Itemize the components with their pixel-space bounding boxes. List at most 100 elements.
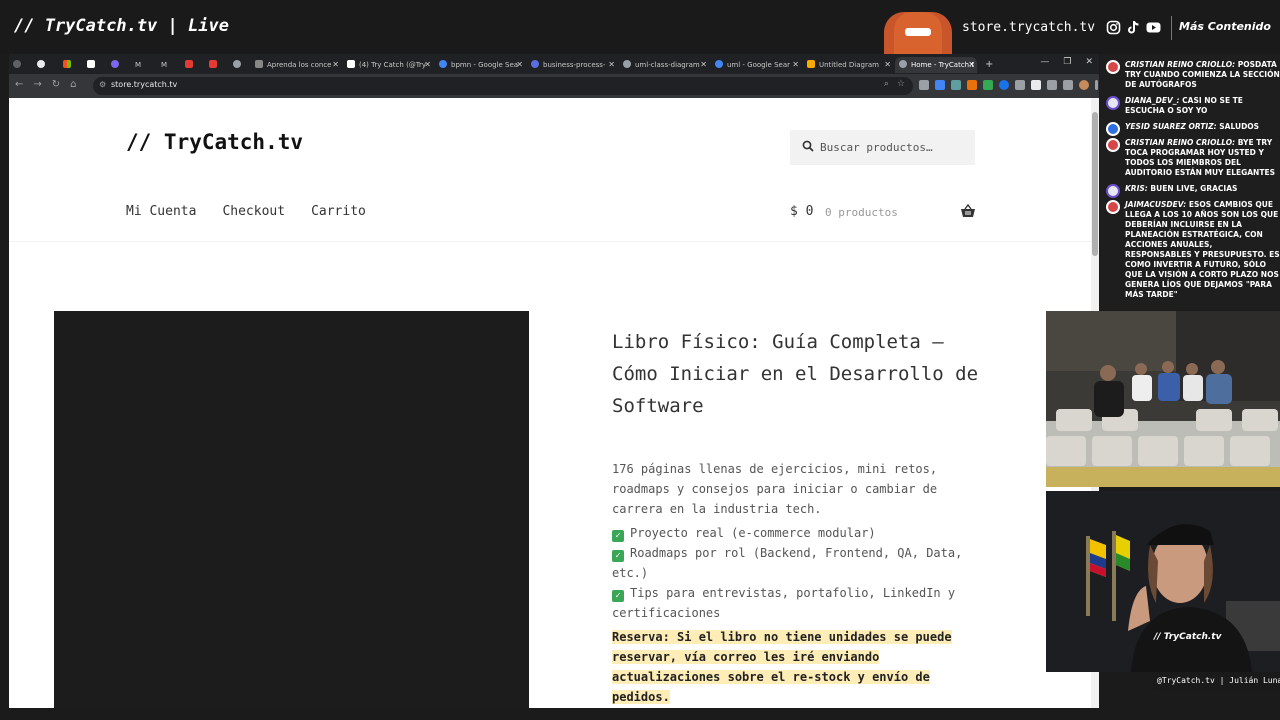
- cart-total[interactable]: $ 0: [790, 204, 813, 219]
- extension-icon[interactable]: [1031, 80, 1041, 90]
- tab-15[interactable]: Untitled Diagram ✕: [807, 57, 893, 73]
- a-icon: [255, 60, 263, 68]
- tab-0[interactable]: [37, 57, 51, 73]
- instagram-icon[interactable]: [1106, 20, 1121, 35]
- home-icon[interactable]: ⌂: [70, 79, 76, 90]
- nav-cart[interactable]: Carrito: [311, 204, 366, 219]
- site-title[interactable]: // TryCatch.tv: [126, 130, 303, 154]
- window-controls: — ❐ ✕: [1040, 57, 1093, 67]
- close-icon[interactable]: ✕: [700, 57, 707, 73]
- extension-icon[interactable]: [967, 80, 977, 90]
- tab-1[interactable]: [63, 57, 77, 73]
- diagram-icon: [807, 60, 815, 68]
- tab-strip: M M Aprenda los conce ✕ (4) Try Catch (@T…: [9, 54, 1099, 74]
- address-url[interactable]: store.trycatch.tv: [111, 80, 177, 89]
- tab-label: Untitled Diagram: [819, 61, 879, 69]
- nav-checkout[interactable]: Checkout: [222, 204, 285, 219]
- person-icon: [111, 60, 119, 68]
- close-icon[interactable]: ✕: [516, 57, 523, 73]
- chat-avatar: [1106, 122, 1120, 136]
- chat-message: Cristian Reino Criollo: Bye Try toca pro…: [1100, 138, 1280, 178]
- presenter-camera-feed: // TryCatch.tv: [1046, 491, 1280, 672]
- tab-11[interactable]: bpmn - Google Sea ✕: [439, 57, 525, 73]
- store-url-label: store.trycatch.tv: [962, 20, 1096, 35]
- tab-2[interactable]: [87, 57, 101, 73]
- tab-16-active[interactable]: Home - TryCatch.t ✕: [895, 57, 977, 73]
- more-content-label: Más Contenido: [1179, 20, 1271, 33]
- tiktok-icon[interactable]: [1126, 20, 1141, 35]
- tab-3[interactable]: [111, 57, 125, 73]
- translate-extension-icon[interactable]: [935, 80, 945, 90]
- minimize-icon[interactable]: —: [1040, 57, 1049, 67]
- chat-message: Cristian Reino Criollo: Posdata Try cuan…: [1100, 60, 1280, 90]
- youtube-icon[interactable]: [1146, 20, 1161, 35]
- puzzle-icon[interactable]: [1047, 80, 1057, 90]
- x-icon: [347, 60, 355, 68]
- tab-13[interactable]: uml-class-diagram ✕: [623, 57, 709, 73]
- tab-14[interactable]: uml - Google Sear ✕: [715, 57, 801, 73]
- scrollbar-thumb[interactable]: [1092, 112, 1098, 256]
- menu-kebab-icon[interactable]: [1095, 80, 1098, 90]
- search-input[interactable]: [820, 130, 970, 165]
- close-icon[interactable]: ✕: [608, 57, 615, 73]
- reload-icon[interactable]: ↻: [52, 79, 60, 90]
- omnibox-actions: ⌕ ☆: [884, 79, 905, 89]
- tab-label: bpmn - Google Sea: [451, 61, 519, 69]
- reserve-note: Reserva: Si el libro no tiene unidades s…: [612, 630, 952, 704]
- cart-count[interactable]: 0 productos: [825, 206, 898, 219]
- close-icon[interactable]: ✕: [424, 57, 431, 73]
- extension-icon[interactable]: [999, 80, 1009, 90]
- x-icon: [87, 60, 95, 68]
- zoom-icon[interactable]: ⌕: [884, 79, 889, 89]
- product-search: [790, 130, 975, 165]
- site-info-icon[interactable]: ⚙: [99, 80, 106, 89]
- chat-avatar: [1106, 184, 1120, 198]
- pen-extension-icon[interactable]: [919, 80, 929, 90]
- tab-10[interactable]: (4) Try Catch (@Try ✕: [347, 57, 433, 73]
- tab-5[interactable]: M: [161, 57, 177, 73]
- nav-my-account[interactable]: Mi Cuenta: [126, 204, 196, 219]
- tab-12[interactable]: business-process- ✕: [531, 57, 617, 73]
- tab-8[interactable]: [233, 57, 247, 73]
- chat-avatar: [1106, 138, 1120, 152]
- shopping-basket-icon[interactable]: [960, 204, 976, 218]
- audience-camera-feed: [1046, 311, 1280, 487]
- tab-7[interactable]: [209, 57, 223, 73]
- header-divider: [9, 241, 1091, 242]
- maximize-icon[interactable]: ❐: [1063, 57, 1071, 67]
- feature-item: ✓ Tips para entrevistas, portafolio, Link…: [612, 586, 956, 620]
- close-icon[interactable]: ✕: [332, 57, 339, 73]
- sidebar-icon[interactable]: [1063, 80, 1073, 90]
- bookmark-star-icon[interactable]: ☆: [897, 79, 905, 89]
- chat-message: Yesid Suarez Ortiz: Saludos: [1100, 122, 1280, 136]
- back-icon[interactable]: ←: [15, 79, 23, 90]
- forward-icon[interactable]: →: [33, 79, 41, 90]
- close-icon[interactable]: ✕: [968, 57, 975, 73]
- feature-item: ✓ Proyecto real (e-commerce modular): [612, 523, 997, 543]
- product-description: 176 páginas llenas de ejercicios, mini r…: [612, 462, 938, 516]
- tab-4[interactable]: M: [135, 57, 151, 73]
- product-image[interactable]: [54, 311, 529, 708]
- nav-buttons: ← → ↻ ⌂: [15, 79, 77, 90]
- extension-icon[interactable]: [1015, 80, 1025, 90]
- chat-message: jaimacusdev: Esos cambios que llega a lo…: [1100, 200, 1280, 300]
- live-chat: Cristian Reino Criollo: Posdata Try cuan…: [1100, 54, 1280, 310]
- check-icon: ✓: [612, 550, 624, 562]
- tab-search-button[interactable]: [13, 57, 25, 73]
- medium-icon: M: [161, 61, 168, 69]
- github-icon: [37, 60, 45, 68]
- profile-avatar-icon[interactable]: [1079, 80, 1089, 90]
- close-icon[interactable]: ✕: [792, 57, 799, 73]
- close-window-icon[interactable]: ✕: [1085, 57, 1093, 67]
- presenter-avatar: [884, 12, 952, 54]
- close-icon[interactable]: ✕: [884, 57, 891, 73]
- search-icon: [802, 140, 814, 152]
- new-tab-button[interactable]: +: [985, 57, 997, 73]
- extension-icon[interactable]: [951, 80, 961, 90]
- extension-icon[interactable]: [983, 80, 993, 90]
- svg-text:// TryCatch.tv: // TryCatch.tv: [1153, 632, 1223, 642]
- tab-6[interactable]: [185, 57, 199, 73]
- tab-9[interactable]: Aprenda los conce ✕: [255, 57, 341, 73]
- address-bar[interactable]: ⚙ store.trycatch.tv ⌕ ☆: [93, 77, 913, 95]
- browser-toolbar: ← → ↻ ⌂ ⚙ store.trycatch.tv ⌕ ☆: [9, 74, 1099, 98]
